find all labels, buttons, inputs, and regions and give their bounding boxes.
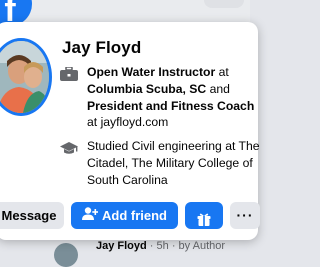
briefcase-icon: [60, 66, 78, 81]
feed-post-header: Jay Floyd · 5h · by Author: [96, 240, 225, 252]
profile-name[interactable]: Jay Floyd: [62, 38, 141, 58]
work-position-1: Open Water Instructor: [87, 65, 216, 79]
feed-author-avatar[interactable]: [54, 243, 78, 267]
gift-button[interactable]: [185, 202, 223, 229]
work-position-2: President and Fitness Coach: [87, 98, 255, 113]
work-at-1: at: [215, 65, 229, 79]
work-at-2: at: [87, 115, 101, 130]
add-friend-button[interactable]: Add friend: [71, 202, 178, 229]
gift-icon: [197, 208, 211, 235]
add-friend-label: Add friend: [102, 208, 167, 223]
background-button: [204, 0, 244, 8]
feed-by-author: by Author: [178, 240, 226, 252]
education-text: Studied Civil engineering at The Citadel…: [87, 139, 260, 187]
work-and: and: [206, 81, 230, 96]
feed-meta: · 5h ·: [146, 240, 179, 252]
work-org-1[interactable]: Columbia Scuba, SC: [87, 82, 206, 96]
graduation-cap-icon: [60, 141, 78, 155]
work-site[interactable]: jayfloyd.com: [101, 115, 169, 129]
work-text: Open Water Instructor at Columbia Scuba,…: [87, 64, 262, 131]
message-button[interactable]: Message: [0, 202, 64, 229]
add-person-icon: [82, 202, 99, 229]
more-dots-icon[interactable]: ···: [230, 202, 260, 229]
feed-author-name[interactable]: Jay Floyd: [96, 240, 147, 252]
